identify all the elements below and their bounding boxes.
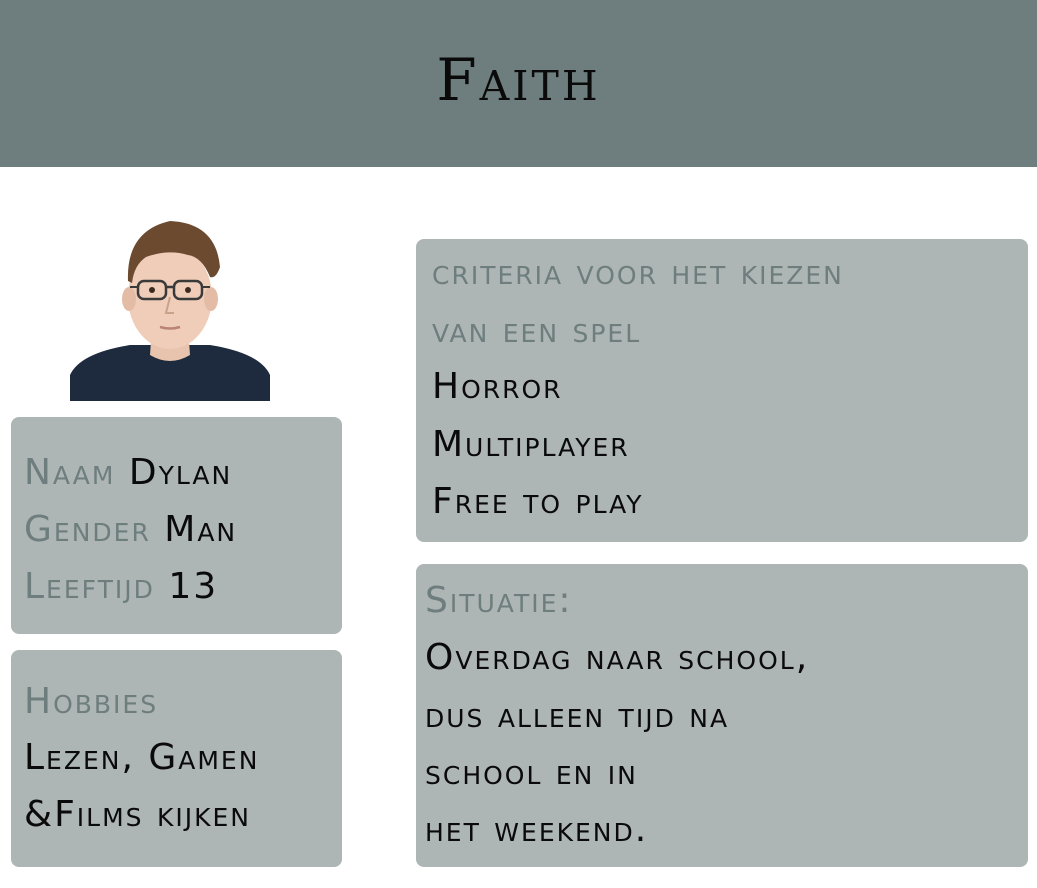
naam-row: Naam Dylan (24, 453, 232, 493)
persona-page: Faith Naam Dylan Gender Man Leeftijd 13 … (0, 0, 1037, 888)
hobbies-label: Hobbies (24, 681, 159, 722)
gender-value: Man (164, 509, 238, 550)
gender-label: Gender (24, 509, 151, 550)
criteria-card: criteria voor het kiezen van een spel Ho… (416, 239, 1028, 542)
hobbies-line: &Films kijken (24, 794, 251, 835)
page-title: Faith (436, 46, 601, 114)
person-portrait-icon (70, 221, 270, 401)
hobbies-card: Hobbies Lezen, Gamen &Films kijken (11, 650, 342, 867)
situatie-line: school en in (425, 752, 638, 793)
naam-value: Dylan (128, 452, 233, 493)
leeftijd-row: Leeftijd 13 (24, 567, 218, 607)
naam-label: Naam (24, 452, 116, 493)
situatie-line: het weekend. (425, 809, 649, 850)
personal-info-card: Naam Dylan Gender Man Leeftijd 13 (11, 417, 342, 634)
profile-photo (70, 217, 270, 401)
situatie-label: Situatie: (425, 580, 573, 621)
criteria-item: Multiplayer (432, 424, 630, 465)
gender-row: Gender Man (24, 510, 237, 550)
criteria-label: van een spel (432, 310, 642, 351)
leeftijd-label: Leeftijd (24, 566, 155, 607)
criteria-item: Horror (432, 366, 563, 407)
situatie-line: dus alleen tijd na (425, 695, 730, 736)
hobbies-line: Lezen, Gamen (24, 737, 260, 778)
leeftijd-value: 13 (168, 566, 219, 607)
criteria-item: Free to play (432, 481, 644, 522)
situatie-card: Situatie: Overdag naar school, dus allee… (416, 564, 1028, 867)
situatie-line: Overdag naar school, (425, 637, 810, 678)
criteria-label: criteria voor het kiezen (432, 252, 844, 293)
